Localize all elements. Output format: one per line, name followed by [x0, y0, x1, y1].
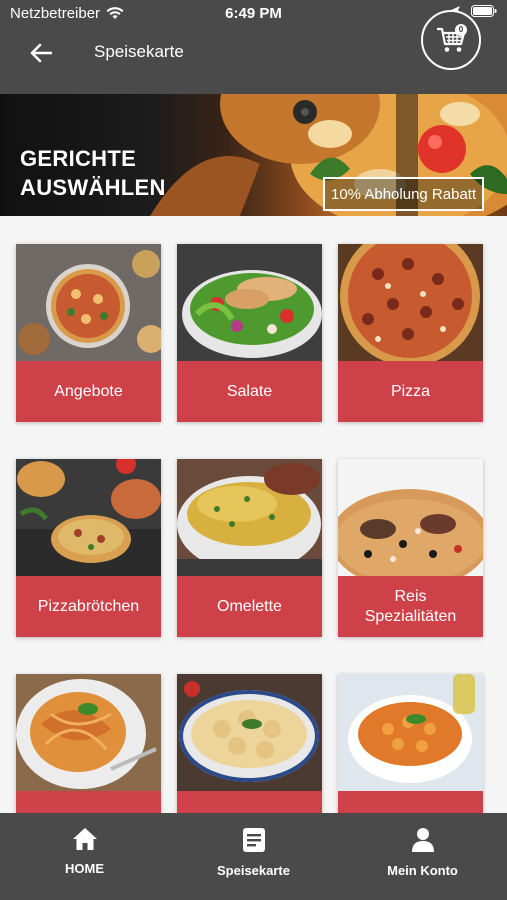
category-label: Angebote — [16, 361, 161, 422]
tab-mein-konto[interactable]: Mein Konto — [338, 813, 507, 900]
menu-list-icon — [242, 828, 265, 852]
category-card-salate[interactable]: Salate — [177, 244, 322, 422]
page-title: Speisekarte — [94, 42, 184, 61]
category-label: Pizza — [338, 361, 483, 422]
category-image — [338, 674, 483, 791]
category-image — [177, 244, 322, 361]
category-image — [16, 674, 161, 791]
hero-banner: GERICHTE AUSWÄHLEN 10% Abholung Rabatt — [0, 94, 507, 216]
category-image — [338, 244, 483, 361]
account-icon — [411, 828, 434, 852]
category-label: Salate — [177, 361, 322, 422]
cart-count-badge: 0 — [455, 24, 467, 36]
category-card-pizzabroetchen[interactable]: Pizzabrötchen — [16, 459, 161, 637]
category-card-pizza[interactable]: Pizza — [338, 244, 483, 422]
battery-icon — [471, 5, 497, 17]
category-card-omelette[interactable]: Omelette — [177, 459, 322, 637]
category-image — [177, 459, 322, 576]
tab-mein-konto-label: Mein Konto — [387, 863, 458, 878]
category-card-reis-spezialitaeten[interactable]: Reis Spezialitäten — [338, 459, 483, 637]
category-label: Reis Spezialitäten — [338, 576, 483, 637]
tab-speisekarte[interactable]: Speisekarte — [169, 813, 338, 900]
cart-button[interactable]: 0 — [421, 10, 481, 70]
tab-home[interactable]: HOME — [0, 813, 169, 900]
tab-speisekarte-label: Speisekarte — [217, 863, 290, 878]
back-button[interactable] — [24, 38, 58, 68]
tab-home-label: HOME — [65, 861, 104, 876]
category-image — [338, 459, 483, 576]
category-image — [177, 674, 322, 791]
arrow-left-icon — [30, 43, 52, 63]
category-card-angebote[interactable]: Angebote — [16, 244, 161, 422]
bottom-tab-bar: HOME Speisekarte Mein Konto — [0, 813, 507, 900]
category-image — [16, 459, 161, 576]
home-icon — [72, 828, 97, 850]
discount-badge: 10% Abholung Rabatt — [323, 177, 485, 211]
category-image — [16, 244, 161, 361]
banner-title-line1: GERICHTE — [20, 146, 137, 171]
banner-title: GERICHTE AUSWÄHLEN — [20, 144, 166, 202]
category-label: Pizzabrötchen — [16, 576, 161, 637]
category-label: Omelette — [177, 576, 322, 637]
banner-title-line2: AUSWÄHLEN — [20, 175, 166, 200]
